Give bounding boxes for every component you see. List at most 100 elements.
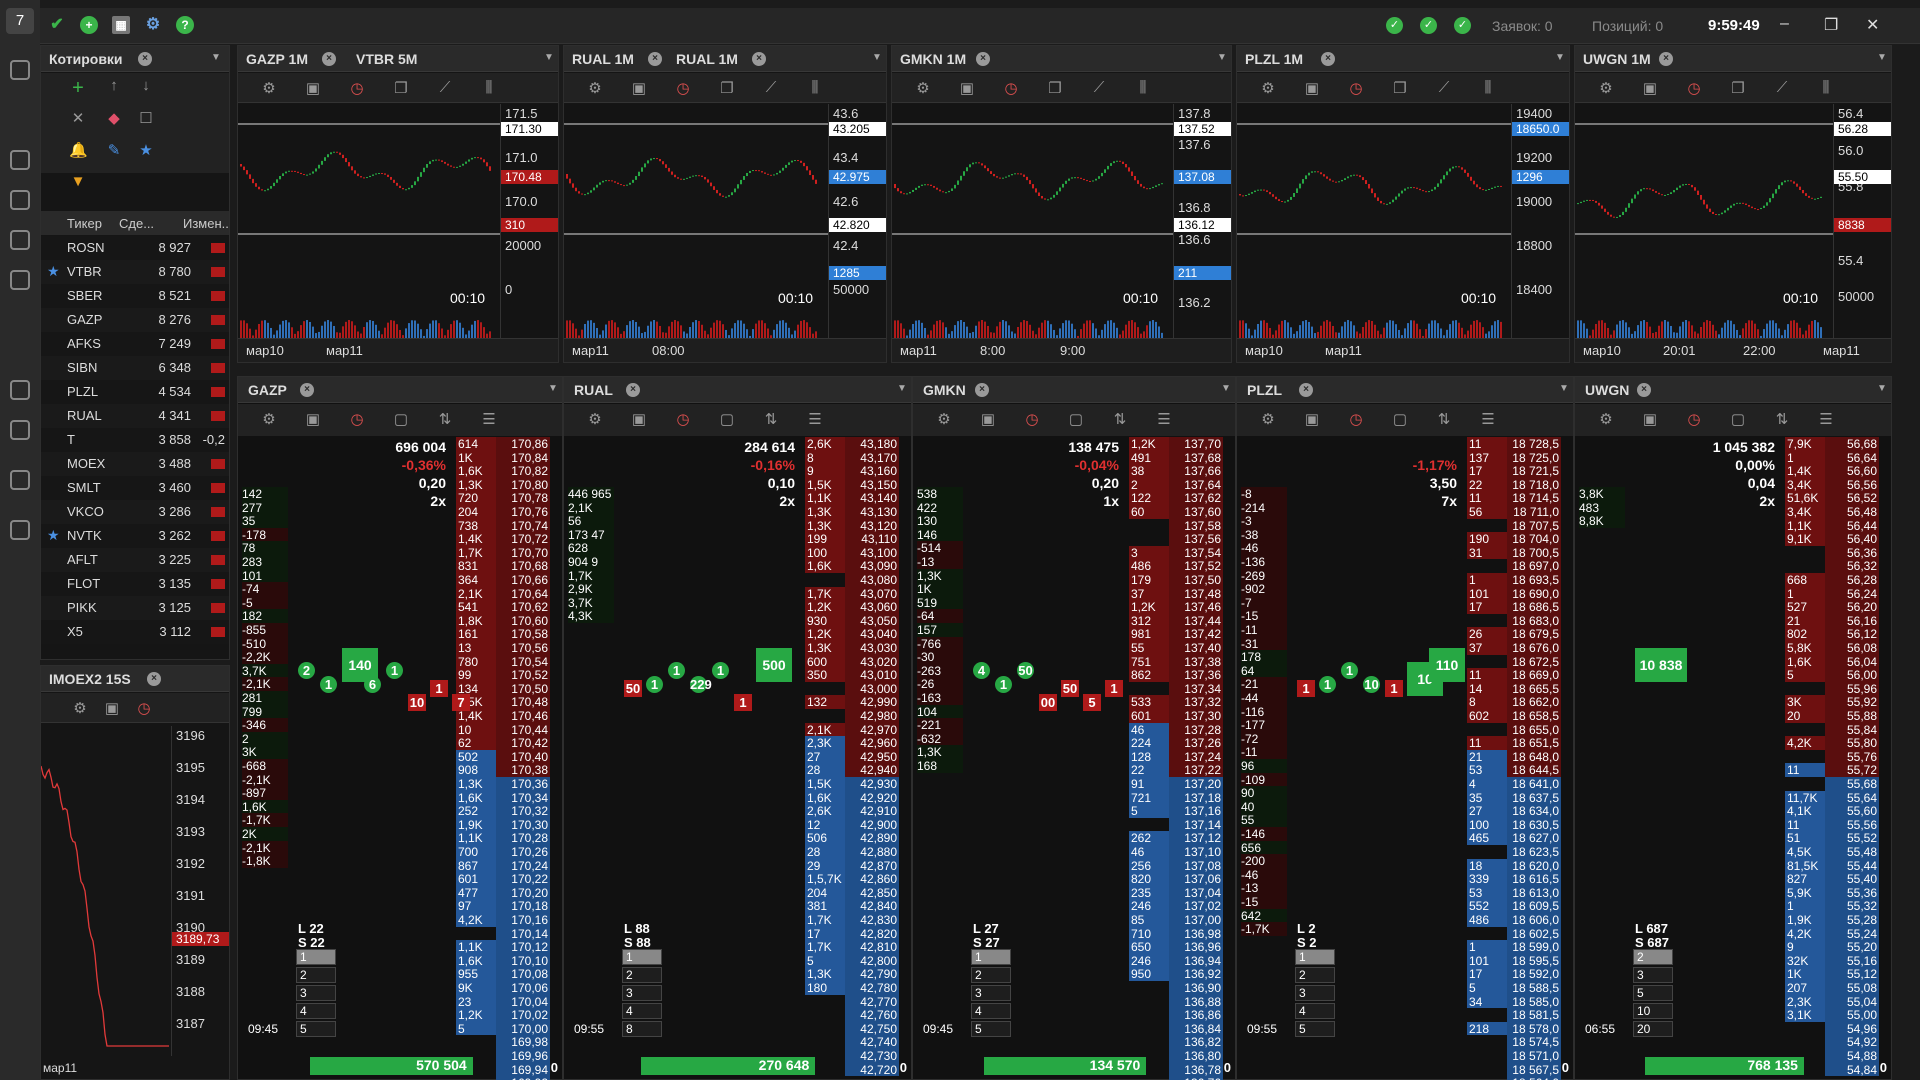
volume-cell[interactable]: 1,5K: [805, 477, 845, 492]
candles-icon[interactable]: ⫼: [806, 79, 824, 96]
trade-marker[interactable]: 50: [1061, 680, 1079, 697]
price-level[interactable]: 55,28: [1825, 913, 1879, 927]
volume-cell[interactable]: 908: [456, 763, 496, 777]
price-level[interactable]: 56,20: [1825, 600, 1879, 614]
volume-cell[interactable]: 350: [805, 668, 845, 682]
volume-cell[interactable]: 1,6K: [805, 559, 845, 573]
price-level[interactable]: 137,12: [1169, 831, 1223, 845]
volume-cell[interactable]: 14: [1467, 681, 1507, 696]
settings-icon[interactable]: ⚙: [1259, 410, 1277, 428]
price-level[interactable]: 136,86: [1169, 1008, 1223, 1022]
volume-cell[interactable]: 1,4K: [456, 709, 496, 723]
price-level[interactable]: 18 648,0: [1507, 749, 1561, 764]
help-icon[interactable]: ?: [176, 16, 194, 34]
price-level[interactable]: 43,180: [845, 437, 899, 451]
trade-bubble[interactable]: 2: [298, 662, 315, 679]
volume-cell[interactable]: 51: [1785, 831, 1825, 845]
price-level[interactable]: 42,750: [845, 1021, 899, 1036]
price-level[interactable]: 43,040: [845, 627, 899, 641]
volume-cell[interactable]: 180: [805, 981, 845, 995]
clock-icon[interactable]: ◷: [1347, 79, 1365, 97]
volume-cell[interactable]: 11: [1785, 817, 1825, 832]
price-level[interactable]: 42,810: [845, 940, 899, 954]
price-level[interactable]: 55,12: [1825, 967, 1879, 981]
chart-area[interactable]: 00:1056.456.055.855.655.45000056.2855.50…: [1575, 104, 1891, 340]
home-icon[interactable]: [10, 150, 30, 170]
price-level[interactable]: 18 623,5: [1507, 845, 1561, 859]
volume-cell[interactable]: 4,1K: [1785, 804, 1825, 818]
volume-cell[interactable]: 465: [1467, 831, 1507, 845]
volume-cell[interactable]: 1,1K: [456, 940, 496, 954]
price-level[interactable]: 43,090: [845, 559, 899, 573]
price-level[interactable]: 56,40: [1825, 532, 1879, 546]
volume-cell[interactable]: 132: [805, 695, 845, 709]
volume-cell[interactable]: 3,4K: [1785, 505, 1825, 519]
volume-cell[interactable]: 506: [805, 831, 845, 845]
volume-cell[interactable]: 1,7K: [805, 586, 845, 601]
volume-cell[interactable]: 27: [1467, 804, 1507, 818]
depth-level[interactable]: 4: [971, 1003, 1011, 1019]
trade-bubble[interactable]: 4: [973, 662, 990, 679]
volume-cell[interactable]: 1,1K: [805, 491, 845, 505]
price-level[interactable]: 136,84: [1169, 1021, 1223, 1036]
price-level[interactable]: 42,970: [845, 722, 899, 737]
volume-cell[interactable]: 1,7K: [805, 940, 845, 954]
price-level[interactable]: 42,890: [845, 831, 899, 845]
volume-cell[interactable]: 2,3K: [805, 736, 845, 750]
price-level[interactable]: 137,64: [1169, 477, 1223, 492]
price-level[interactable]: 18 707,5: [1507, 518, 1561, 533]
price-level[interactable]: 42,740: [845, 1035, 899, 1049]
chat-icon[interactable]: [10, 470, 30, 490]
minimize-button[interactable]: –: [1780, 15, 1789, 33]
price-level[interactable]: 137,34: [1169, 681, 1223, 696]
price-level[interactable]: 170,32: [496, 804, 550, 818]
price-level[interactable]: 18 630,5: [1507, 817, 1561, 832]
volume-cell[interactable]: 5: [1785, 668, 1825, 682]
price-level[interactable]: 137,68: [1169, 450, 1223, 465]
list-item[interactable]: SIBN 6 348: [41, 356, 229, 380]
volume-cell[interactable]: 502: [456, 749, 496, 764]
price-level[interactable]: 18 585,0: [1507, 994, 1561, 1009]
trade-bubble[interactable]: 1: [386, 662, 403, 679]
list-item[interactable]: T 3 858 -0,2: [41, 428, 229, 452]
price-level[interactable]: 43,110: [845, 532, 899, 546]
volume-cell[interactable]: 1,7K: [805, 913, 845, 927]
volume-cell[interactable]: 1,3K: [805, 967, 845, 981]
depth-level[interactable]: 4: [296, 1003, 336, 1019]
volume-cell[interactable]: 5,9K: [1785, 885, 1825, 900]
volume-cell[interactable]: 218: [1467, 1021, 1507, 1036]
volume-cell[interactable]: 1: [1785, 450, 1825, 465]
price-level[interactable]: 18 655,0: [1507, 722, 1561, 737]
price-level[interactable]: 137,42: [1169, 627, 1223, 641]
price-level[interactable]: 56,52: [1825, 491, 1879, 505]
price-level[interactable]: 170,48: [496, 695, 550, 709]
list-item[interactable]: GAZP 8 276: [41, 308, 229, 332]
volume-cell[interactable]: 122: [1129, 491, 1169, 505]
volume-cell[interactable]: 53: [1467, 885, 1507, 900]
volume-cell[interactable]: 955: [456, 967, 496, 981]
price-level[interactable]: 18 574,5: [1507, 1035, 1561, 1049]
volume-cell[interactable]: 527: [1785, 600, 1825, 614]
price-level[interactable]: 55,16: [1825, 953, 1879, 968]
camera-icon[interactable]: ▣: [103, 699, 121, 717]
list-item[interactable]: ★ NVTK 3 262: [41, 524, 229, 548]
file-icon[interactable]: ▢: [1067, 410, 1085, 428]
price-level[interactable]: 170,50: [496, 681, 550, 696]
volume-cell[interactable]: 2: [1129, 477, 1169, 492]
camera-icon[interactable]: ▣: [1641, 79, 1659, 97]
candles-icon[interactable]: ⫼: [1817, 79, 1835, 96]
price-level[interactable]: 137,46: [1169, 600, 1223, 614]
volume-cell[interactable]: 81,5K: [1785, 858, 1825, 873]
price-level[interactable]: 170,28: [496, 831, 550, 845]
price-level[interactable]: 55,52: [1825, 831, 1879, 845]
trade-marker[interactable]: 5: [1083, 694, 1101, 711]
depth-level[interactable]: 1: [622, 949, 662, 965]
line-tool-icon[interactable]: ⟋: [436, 79, 454, 96]
chart-tab[interactable]: VTBR 5M: [356, 51, 417, 67]
copy-icon[interactable]: ❐: [392, 79, 410, 97]
volume-cell[interactable]: 802: [1785, 627, 1825, 641]
volume-cell[interactable]: 3: [1129, 545, 1169, 560]
price-level[interactable]: 42,720: [845, 1062, 899, 1077]
list-item[interactable]: RUAL 4 341: [41, 404, 229, 428]
price-level[interactable]: 137,26: [1169, 736, 1223, 750]
